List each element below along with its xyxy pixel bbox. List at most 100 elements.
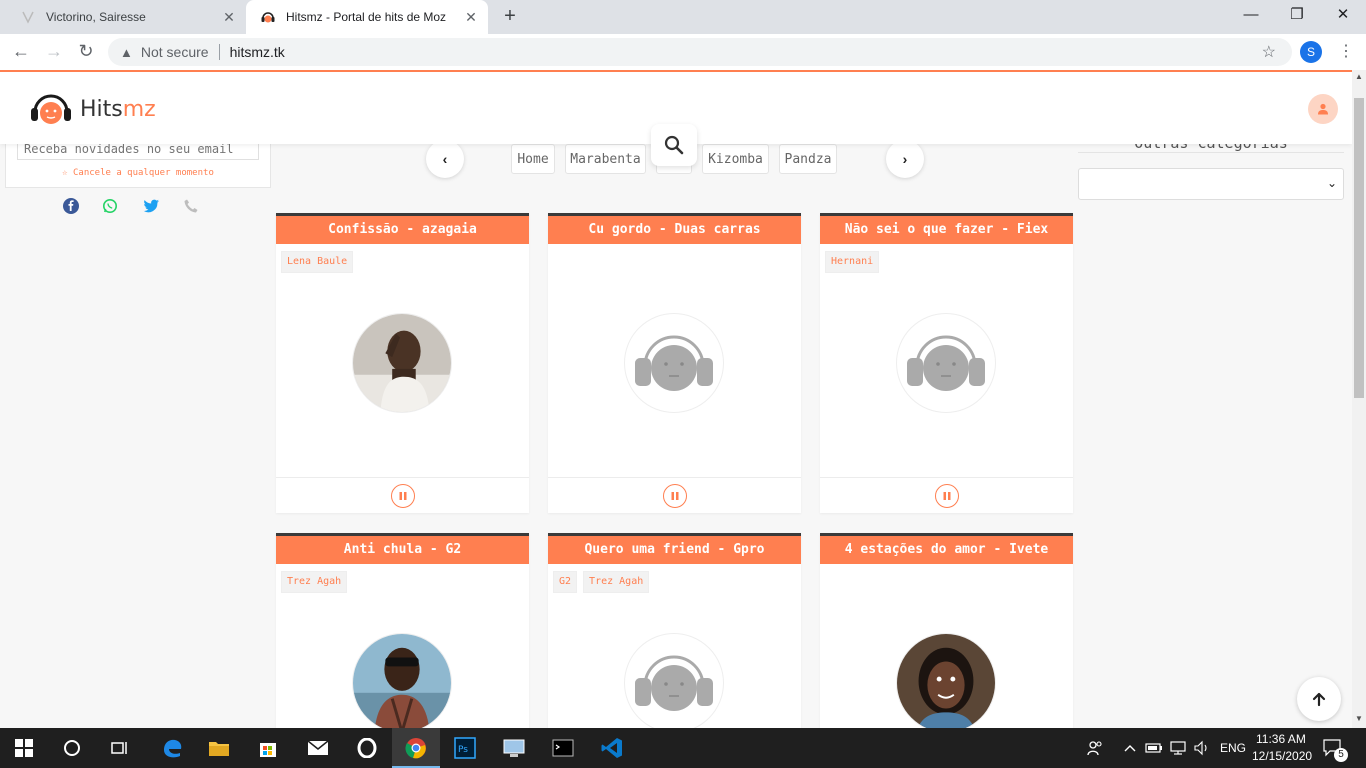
notification-count-badge: 5 <box>1334 748 1348 762</box>
forward-arrow-icon[interactable]: → <box>42 40 66 64</box>
site-logo[interactable]: Hitsmz <box>30 92 156 126</box>
scroll-to-top-button[interactable] <box>1297 677 1341 721</box>
mail-icon[interactable] <box>306 736 330 760</box>
song-card[interactable]: Não sei o que fazer - Fiex Hernani <box>820 213 1073 513</box>
song-card[interactable]: Anti chula - G2 Trez Agah <box>276 533 529 728</box>
pause-button[interactable] <box>934 483 959 508</box>
song-title[interactable]: Confissão - azagaia <box>276 213 529 244</box>
search-button[interactable] <box>651 124 697 166</box>
user-account-button[interactable] <box>1308 94 1338 124</box>
bookmark-star-icon[interactable]: ☆ <box>1262 42 1276 62</box>
tab-close-icon[interactable]: ✕ <box>218 9 240 26</box>
headphones-logo-icon <box>31 94 71 124</box>
scroll-down-arrow-icon[interactable]: ▼ <box>1355 714 1363 723</box>
song-title[interactable]: Quero uma friend - Gpro <box>548 533 801 564</box>
store-icon[interactable] <box>256 736 280 760</box>
vscode-icon[interactable] <box>600 736 624 760</box>
placeholder-cover[interactable] <box>896 313 996 413</box>
new-tab-button[interactable]: + <box>498 5 522 29</box>
profile-avatar[interactable]: S <box>1300 41 1322 63</box>
restore-button[interactable]: ❐ <box>1274 0 1320 34</box>
remote-desktop-icon[interactable] <box>502 736 526 760</box>
logo-text-hits: Hits <box>80 96 123 122</box>
opera-icon[interactable] <box>355 736 379 760</box>
song-card[interactable]: Confissão - azagaia Lena Baule <box>276 213 529 513</box>
pause-button[interactable] <box>390 483 415 508</box>
minimize-button[interactable]: — <box>1228 0 1274 34</box>
warning-icon[interactable]: ▲ <box>120 45 133 60</box>
song-card[interactable]: Cu gordo - Duas carras <box>548 213 801 513</box>
photoshop-icon[interactable]: Ps <box>453 736 477 760</box>
reload-icon[interactable]: ↻ <box>74 40 98 64</box>
chrome-icon[interactable] <box>404 736 428 760</box>
network-icon[interactable] <box>1166 736 1190 760</box>
svg-text:Ps: Ps <box>458 745 468 755</box>
tab-title: Victorino, Sairesse <box>46 10 146 24</box>
whatsapp-icon[interactable] <box>100 196 120 216</box>
page-scrollbar[interactable]: ▲ ▼ <box>1352 70 1366 728</box>
user-icon <box>1318 103 1328 115</box>
windows-start-icon[interactable] <box>12 736 36 760</box>
logo-text: Hitsmz <box>80 97 156 122</box>
tray-expand-icon[interactable] <box>1118 736 1142 760</box>
song-title[interactable]: 4 estações do amor - Ivete <box>820 533 1073 564</box>
input-language[interactable]: ENG <box>1220 741 1246 755</box>
omnibox-divider <box>218 44 220 60</box>
clock-time[interactable]: 11:36 AM <box>1256 732 1306 746</box>
artist-photo[interactable] <box>352 313 452 413</box>
browser-tab-inactive[interactable]: Victorino, Sairesse ✕ <box>8 0 246 34</box>
song-card[interactable]: 4 estações do amor - Ivete <box>820 533 1073 728</box>
song-card[interactable]: Quero uma friend - Gpro G2 Trez Agah <box>548 533 801 728</box>
category-chip-pandza[interactable]: Pandza <box>779 144 837 174</box>
artist-tag[interactable]: Hernani <box>825 251 880 273</box>
page-viewport: ☆ Cancele a qualquer momento ‹ Home Mara… <box>0 70 1352 728</box>
category-chip-home[interactable]: Home <box>511 144 555 174</box>
facebook-icon[interactable] <box>61 196 81 216</box>
artist-tag[interactable]: Trez Agah <box>281 571 348 593</box>
clock-date[interactable]: 12/15/2020 <box>1252 749 1312 763</box>
placeholder-cover[interactable] <box>624 313 724 413</box>
card-footer <box>276 477 529 513</box>
song-title[interactable]: Não sei o que fazer - Fiex <box>820 213 1073 244</box>
scrollbar-thumb[interactable] <box>1354 98 1364 398</box>
pause-button[interactable] <box>662 483 687 508</box>
arrow-up-icon <box>1312 692 1326 707</box>
tab-favicon-icon <box>20 9 36 25</box>
url-text[interactable]: hitsmz.tk <box>230 44 285 60</box>
file-explorer-icon[interactable] <box>207 736 231 760</box>
song-title[interactable]: Anti chula - G2 <box>276 533 529 564</box>
terminal-icon[interactable] <box>551 736 575 760</box>
address-bar[interactable]: ▲ Not secure hitsmz.tk ☆ <box>108 38 1292 66</box>
other-categories-select[interactable]: ⌄ <box>1078 168 1344 200</box>
people-icon[interactable] <box>1083 736 1107 760</box>
back-arrow-icon[interactable]: ← <box>9 40 33 64</box>
artist-photo[interactable] <box>352 633 452 728</box>
pause-icon <box>399 491 406 500</box>
scroll-up-arrow-icon[interactable]: ▲ <box>1355 72 1363 81</box>
artist-photo[interactable] <box>896 633 996 728</box>
edge-browser-icon[interactable] <box>160 736 184 760</box>
placeholder-cover[interactable] <box>624 633 724 728</box>
phone-icon[interactable] <box>181 196 201 216</box>
browser-menu-icon[interactable]: ⋮ <box>1338 40 1354 64</box>
categories-next-button[interactable]: › <box>886 140 924 178</box>
category-chip-marabenta[interactable]: Marabenta <box>565 144 646 174</box>
volume-icon[interactable] <box>1190 736 1214 760</box>
twitter-icon[interactable] <box>141 196 161 216</box>
tab-close-icon[interactable]: ✕ <box>460 9 482 26</box>
song-title[interactable]: Cu gordo - Duas carras <box>548 213 801 244</box>
newsletter-cancel-note: ☆ Cancele a qualquer momento <box>62 168 214 178</box>
artist-tag[interactable]: Trez Agah <box>583 571 650 593</box>
task-view-icon[interactable] <box>108 736 132 760</box>
artist-tag[interactable]: Lena Baule <box>281 251 354 273</box>
cortana-search-icon[interactable] <box>60 736 84 760</box>
artist-tag[interactable]: G2 <box>553 571 578 593</box>
browser-toolbar: ← → ↻ ▲ Not secure hitsmz.tk ☆ <box>0 34 1366 70</box>
battery-icon[interactable] <box>1142 736 1166 760</box>
security-label[interactable]: Not secure <box>141 44 209 60</box>
browser-tab-active[interactable]: Hitsmz - Portal de hits de Moz ✕ <box>246 0 488 34</box>
categories-prev-button[interactable]: ‹ <box>426 140 464 178</box>
browser-tab-strip: Victorino, Sairesse ✕ Hitsmz - Portal de… <box>0 0 1366 34</box>
close-window-button[interactable]: ✕ <box>1320 0 1366 34</box>
category-chip-kizomba[interactable]: Kizomba <box>702 144 769 174</box>
